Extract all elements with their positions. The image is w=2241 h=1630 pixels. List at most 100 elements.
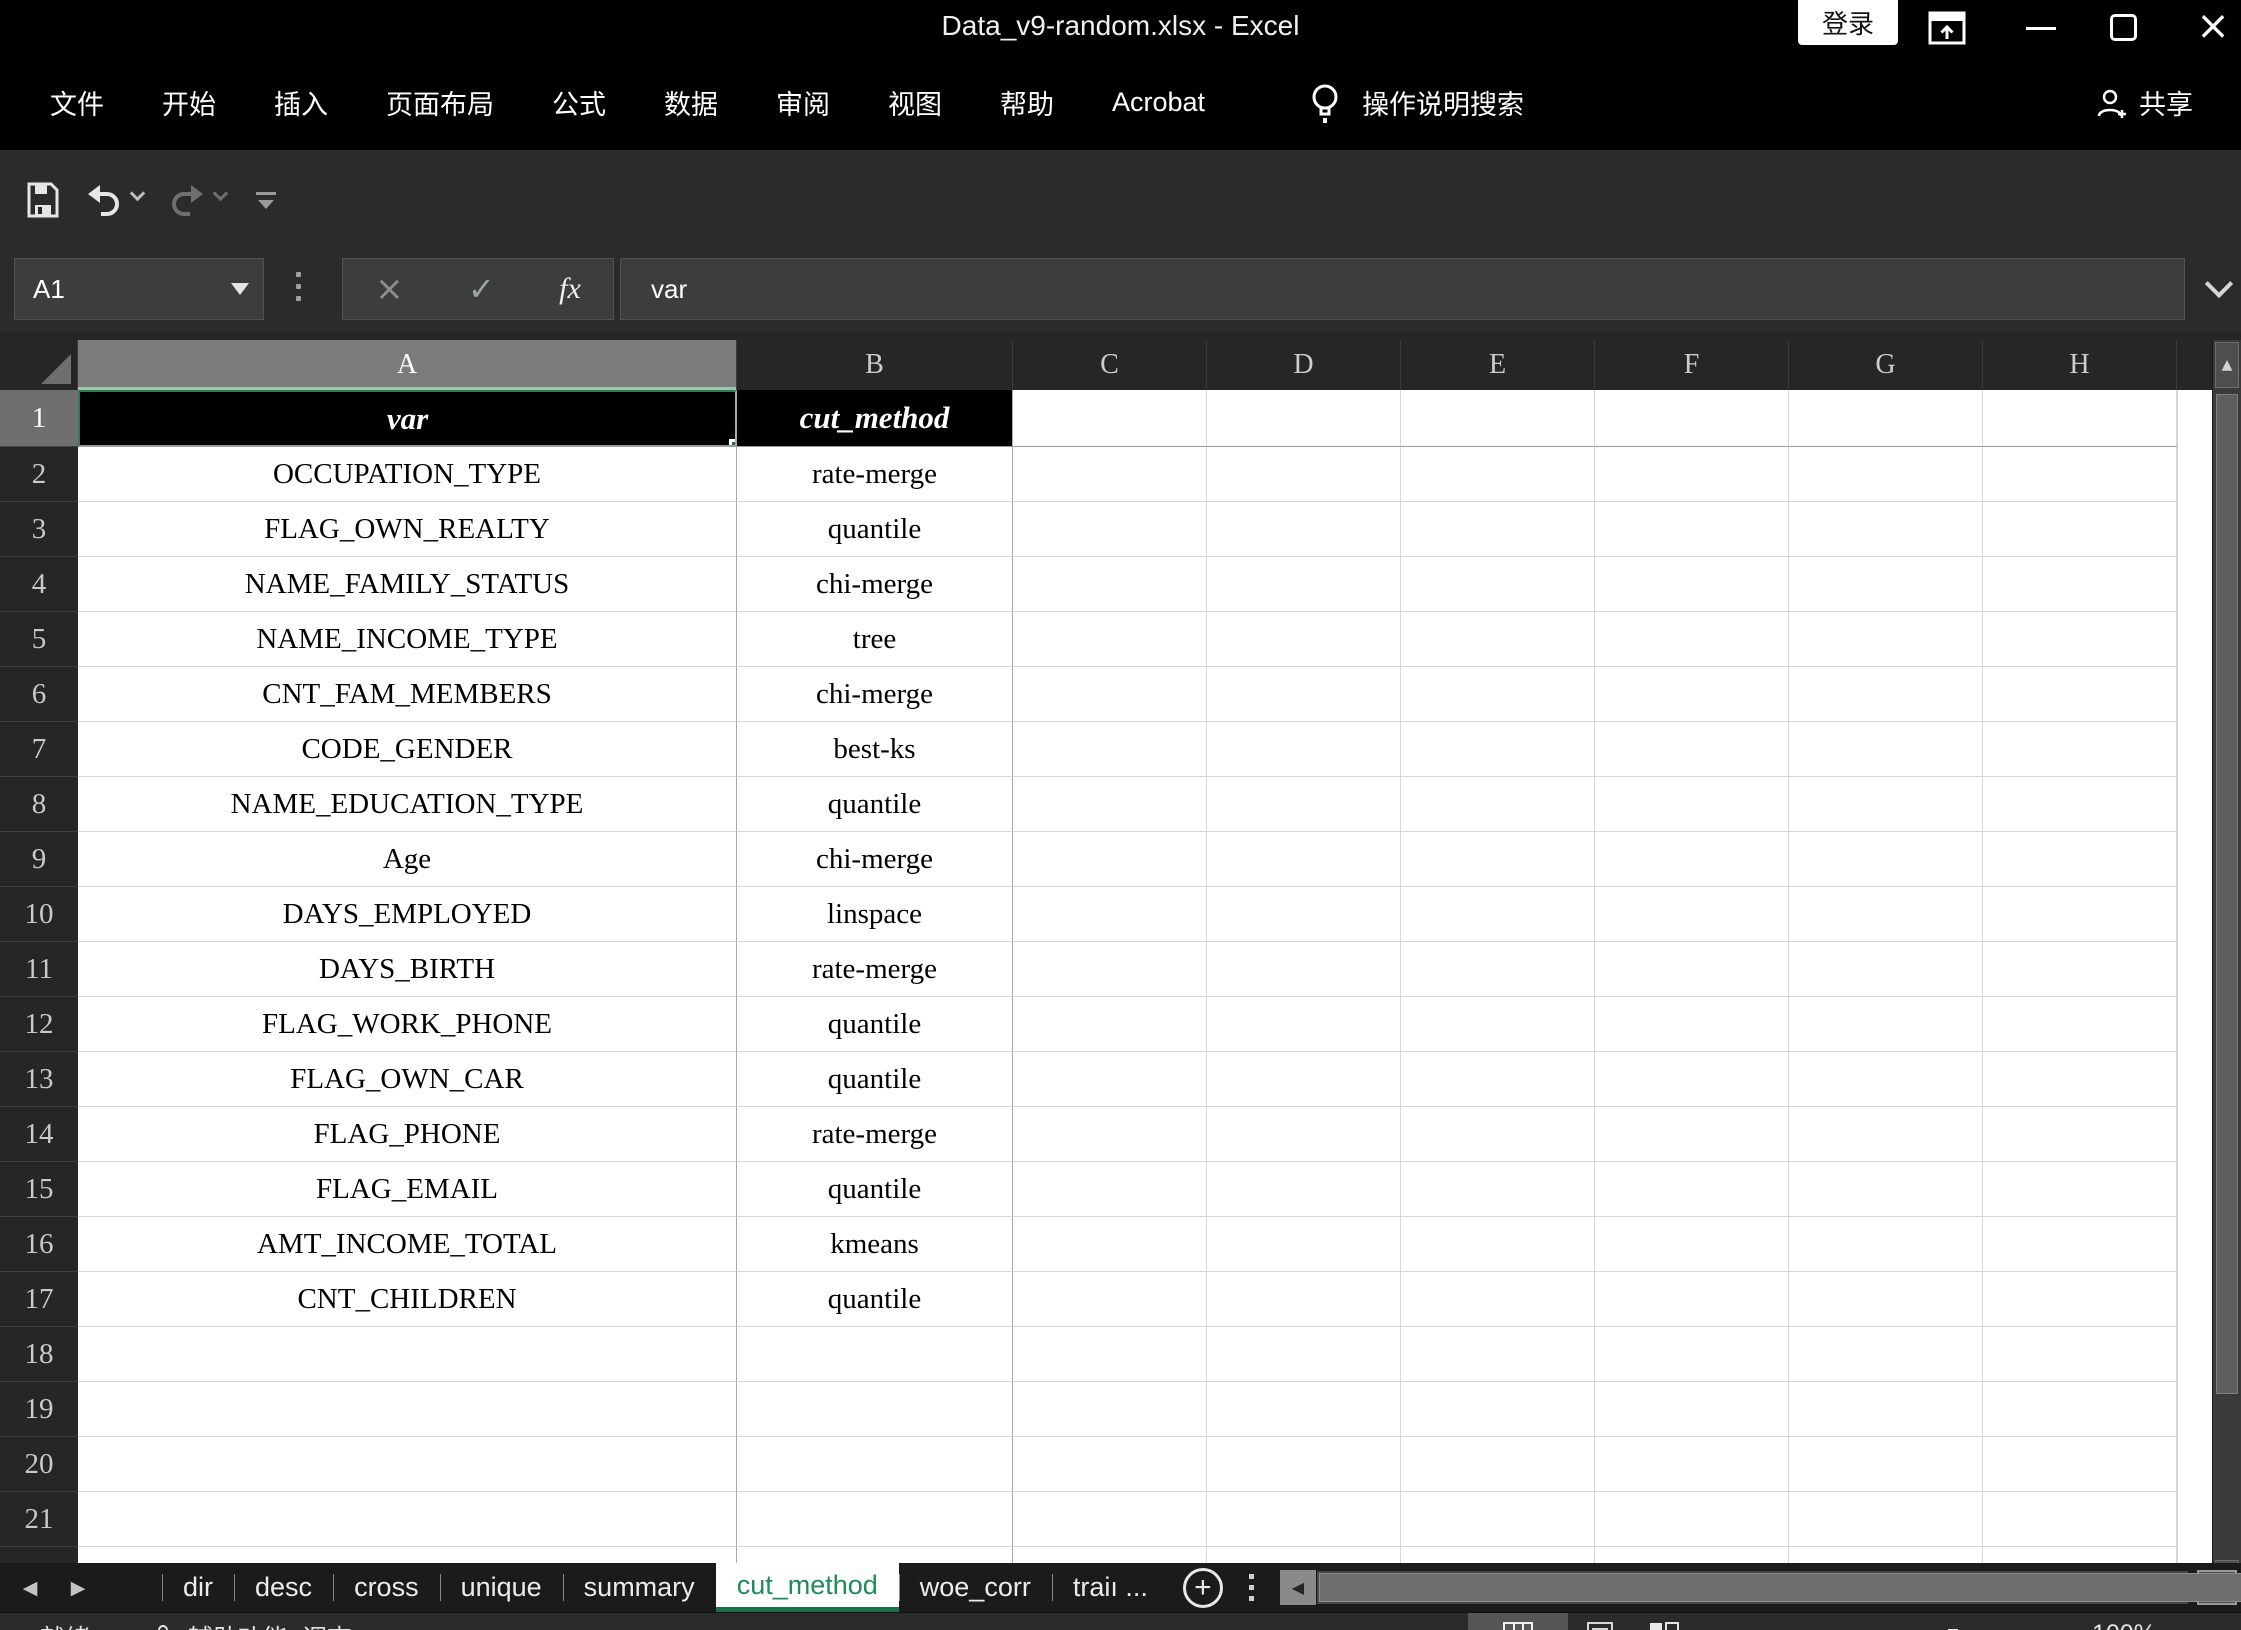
cell-empty[interactable]	[1401, 390, 1595, 447]
row-header[interactable]: 21	[0, 1492, 78, 1547]
cell-cut-method[interactable]: quantile	[737, 1162, 1013, 1217]
sheet-nav-left-icon[interactable]: ◀	[6, 1563, 54, 1612]
zoom-level-label[interactable]: 100%	[2092, 1620, 2156, 1630]
cell-empty[interactable]	[1789, 722, 1983, 777]
zoom-out-icon[interactable]: −	[1840, 1623, 1856, 1630]
row-header[interactable]: 11	[0, 942, 78, 997]
cell-empty[interactable]	[1207, 722, 1401, 777]
cell-cut-method[interactable]: quantile	[737, 1052, 1013, 1107]
cell-var[interactable]: FLAG_EMAIL	[78, 1162, 737, 1217]
cell-empty[interactable]	[2177, 557, 2178, 612]
vertical-scrollbar[interactable]: ▲ ▼	[2212, 340, 2241, 1608]
cell-empty[interactable]	[1983, 1052, 2177, 1107]
row-header[interactable]: 1	[0, 390, 78, 447]
cell-empty[interactable]	[1207, 1492, 1401, 1547]
cell-empty[interactable]	[1207, 777, 1401, 832]
row-header[interactable]: 19	[0, 1382, 78, 1437]
sheet-tab-cross[interactable]: cross	[333, 1563, 440, 1612]
cell-var[interactable]: NAME_INCOME_TYPE	[78, 612, 737, 667]
cell-empty[interactable]	[2177, 612, 2178, 667]
row-header[interactable]: 15	[0, 1162, 78, 1217]
row-header[interactable]: 20	[0, 1437, 78, 1492]
cell-cut-method[interactable]: kmeans	[737, 1217, 1013, 1272]
ribbon-tab-formulas[interactable]: 公式	[523, 83, 635, 122]
cell-var[interactable]: NAME_EDUCATION_TYPE	[78, 777, 737, 832]
cell-empty[interactable]	[1595, 502, 1789, 557]
cell-cut-method[interactable]: best-ks	[737, 722, 1013, 777]
name-box[interactable]: A1	[14, 258, 264, 320]
cell-var[interactable]: AMT_INCOME_TOTAL	[78, 1217, 737, 1272]
cell-empty[interactable]	[1595, 390, 1789, 447]
column-header-f[interactable]: F	[1595, 340, 1789, 390]
cell-empty[interactable]	[1207, 1217, 1401, 1272]
normal-view-button[interactable]	[1468, 1613, 1568, 1630]
cell-empty[interactable]	[1401, 1492, 1595, 1547]
cell-empty[interactable]	[1789, 1107, 1983, 1162]
cell-empty[interactable]	[1013, 942, 1207, 997]
row-header[interactable]: 7	[0, 722, 78, 777]
sheet-tab-unique[interactable]: unique	[440, 1563, 563, 1612]
cell-empty[interactable]	[737, 1547, 1013, 1563]
cell-empty[interactable]	[1595, 1162, 1789, 1217]
cell-empty[interactable]	[2177, 1547, 2178, 1563]
close-button[interactable]: ×	[2196, 10, 2230, 44]
sheet-nav-right-icon[interactable]: ▶	[54, 1563, 102, 1612]
cell-empty[interactable]	[1789, 447, 1983, 502]
row-header[interactable]: 2	[0, 447, 78, 502]
status-accessibility[interactable]: 辅助功能: 调查	[150, 1619, 352, 1630]
cell-empty[interactable]	[1789, 887, 1983, 942]
formula-bar-expand-icon[interactable]	[2205, 270, 2233, 298]
sheet-tab-dir[interactable]: dir	[162, 1563, 234, 1612]
cell-empty[interactable]	[1595, 1382, 1789, 1437]
cell-empty[interactable]	[1207, 502, 1401, 557]
cell-empty[interactable]	[1013, 1382, 1207, 1437]
cell-empty[interactable]	[2177, 502, 2178, 557]
cell-empty[interactable]	[78, 1492, 737, 1547]
cell-empty[interactable]	[1595, 832, 1789, 887]
cell-empty[interactable]	[1401, 502, 1595, 557]
ribbon-tab-view[interactable]: 视图	[859, 83, 971, 122]
cell-empty[interactable]	[1013, 1217, 1207, 1272]
cell-empty[interactable]	[1983, 1162, 2177, 1217]
minimize-button[interactable]	[2026, 27, 2056, 30]
cell-empty[interactable]	[1983, 1272, 2177, 1327]
cell-empty[interactable]	[1983, 942, 2177, 997]
cell-empty[interactable]	[1013, 997, 1207, 1052]
cell-empty[interactable]	[1401, 997, 1595, 1052]
cell-empty[interactable]	[1789, 997, 1983, 1052]
cell-empty[interactable]	[1207, 667, 1401, 722]
cell-empty[interactable]	[1983, 1327, 2177, 1382]
cell-empty[interactable]	[1207, 1107, 1401, 1162]
cell-empty[interactable]	[1401, 1107, 1595, 1162]
name-box-caret-icon[interactable]	[231, 283, 249, 295]
cell-empty[interactable]	[1401, 667, 1595, 722]
undo-button[interactable]	[86, 183, 122, 217]
cell-empty[interactable]	[1789, 1437, 1983, 1492]
cell-empty[interactable]	[1595, 722, 1789, 777]
cell-empty[interactable]	[1207, 997, 1401, 1052]
cell-empty[interactable]	[1401, 1217, 1595, 1272]
cell-empty[interactable]	[1013, 502, 1207, 557]
cell-empty[interactable]	[1789, 1162, 1983, 1217]
ribbon-tab-acrobat[interactable]: Acrobat	[1083, 87, 1234, 118]
cell-empty[interactable]	[2177, 887, 2178, 942]
cell-empty[interactable]	[1401, 1162, 1595, 1217]
cell-empty[interactable]	[1595, 557, 1789, 612]
cell-empty[interactable]	[1595, 997, 1789, 1052]
save-button[interactable]	[26, 181, 60, 219]
cell-empty[interactable]	[1207, 1272, 1401, 1327]
cell-cut-method[interactable]: chi-merge	[737, 832, 1013, 887]
cell-empty[interactable]	[1401, 832, 1595, 887]
cell-cut-method[interactable]: quantile	[737, 997, 1013, 1052]
cell-empty[interactable]	[737, 1437, 1013, 1492]
cell-empty[interactable]	[1595, 612, 1789, 667]
cell-var[interactable]: CODE_GENDER	[78, 722, 737, 777]
insert-function-icon[interactable]: fx	[559, 272, 581, 306]
cell-empty[interactable]	[1207, 1547, 1401, 1563]
cell-empty[interactable]	[1983, 887, 2177, 942]
cell-cut-method[interactable]: tree	[737, 612, 1013, 667]
cell-empty[interactable]	[2177, 1272, 2178, 1327]
cell-empty[interactable]	[1401, 777, 1595, 832]
cell-empty[interactable]	[1207, 887, 1401, 942]
cell-b1[interactable]: cut_method	[737, 390, 1013, 447]
